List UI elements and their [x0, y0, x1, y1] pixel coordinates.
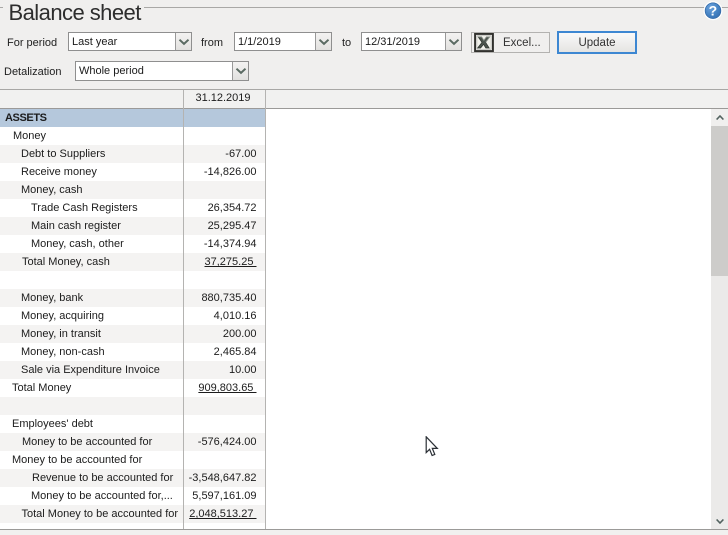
svg-text:?: ?	[709, 3, 718, 19]
